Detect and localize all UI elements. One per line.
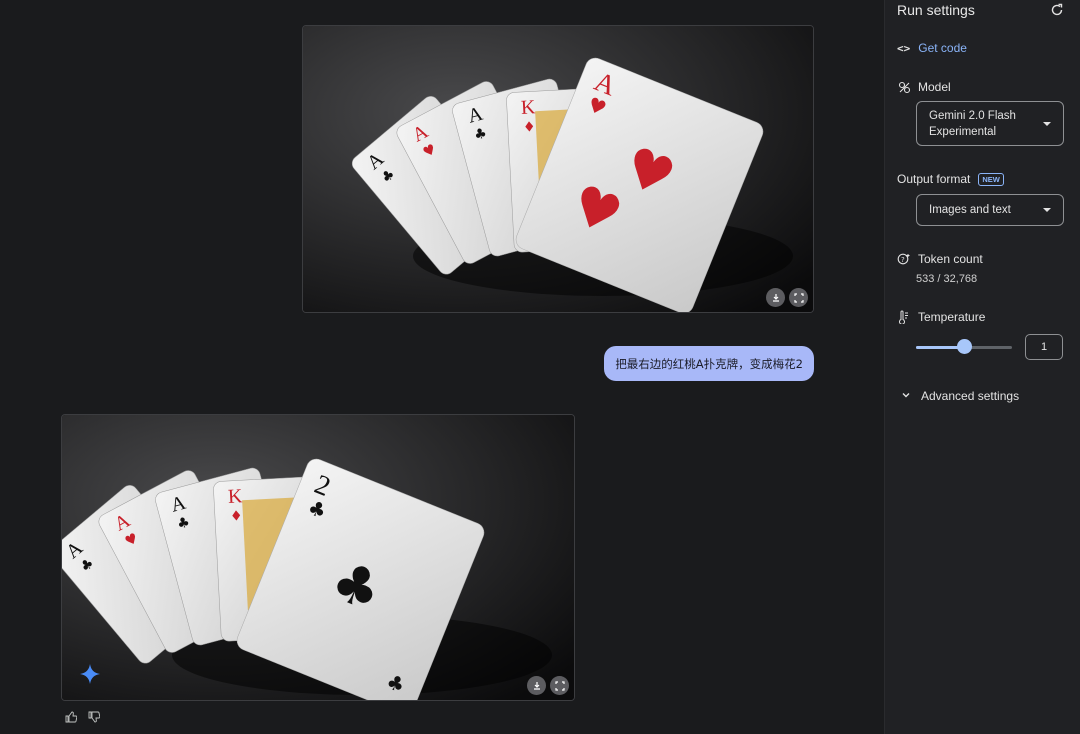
get-code-link[interactable]: <> Get code — [897, 41, 967, 55]
gemini-sparkle-icon — [80, 664, 100, 684]
generated-image-original[interactable]: A ♣ A ♥ A ♣ K ♦ A ♥ ♥ ♥ — [302, 25, 814, 313]
token-count-value: 533 / 32,768 — [916, 273, 978, 285]
token-count-section-label: ? Token count — [897, 252, 983, 266]
thumbs-down-icon[interactable] — [87, 710, 100, 723]
temperature-section-label: Temperature — [897, 310, 985, 324]
new-badge: NEW — [978, 172, 1004, 186]
chevron-down-icon — [1043, 121, 1051, 126]
output-format-value: Images and text — [929, 204, 1011, 216]
svg-text:K: K — [520, 96, 536, 119]
advanced-settings-label: Advanced settings — [921, 389, 1020, 403]
token-count-label: Token count — [918, 252, 983, 266]
fullscreen-icon[interactable] — [550, 676, 569, 695]
model-value-line2: Experimental — [929, 125, 997, 138]
generated-image-edited[interactable]: A ♣ A ♥ A ♣ K ♦ 2 ♣ ♣ ♣ — [61, 414, 575, 701]
output-format-select[interactable]: Images and text — [916, 194, 1064, 226]
get-code-label: Get code — [918, 41, 967, 55]
panel-title: Run settings — [897, 2, 975, 18]
chevron-down-icon — [1043, 208, 1051, 212]
refresh-icon[interactable] — [1050, 3, 1064, 17]
svg-text:♦: ♦ — [230, 508, 243, 525]
cards-illustration-edited: A ♣ A ♥ A ♣ K ♦ 2 ♣ ♣ ♣ — [62, 415, 574, 700]
output-format-section-label: Output format NEW — [897, 172, 1004, 186]
user-message-bubble: 把最右边的红桃A扑克牌，变成梅花2 — [604, 346, 814, 381]
token-icon: ? — [897, 252, 911, 266]
chat-area: A ♣ A ♥ A ♣ K ♦ A ♥ ♥ ♥ 把最右边的红桃A扑克牌，变成梅花… — [0, 0, 884, 734]
feedback-bar — [64, 710, 100, 723]
download-icon[interactable] — [766, 288, 785, 307]
fullscreen-icon[interactable] — [789, 288, 808, 307]
model-value-line1: Gemini 2.0 Flash — [929, 109, 1016, 122]
model-select[interactable]: Gemini 2.0 Flash Experimental — [916, 101, 1064, 146]
model-icon — [897, 80, 911, 94]
thumbs-up-icon[interactable] — [64, 710, 77, 723]
svg-text:♦: ♦ — [523, 119, 536, 136]
model-label: Model — [918, 80, 951, 94]
temperature-input[interactable]: 1 — [1025, 334, 1063, 360]
svg-text:?: ? — [901, 256, 905, 264]
code-icon: <> — [897, 41, 911, 55]
thermometer-icon — [897, 310, 911, 324]
svg-text:K: K — [227, 485, 243, 508]
model-section-label: Model — [897, 80, 951, 94]
download-icon[interactable] — [527, 676, 546, 695]
output-format-label: Output format — [897, 172, 971, 186]
cards-illustration-original: A ♣ A ♥ A ♣ K ♦ A ♥ ♥ ♥ — [303, 26, 813, 312]
advanced-settings-toggle[interactable]: Advanced settings — [901, 389, 1019, 403]
temperature-label: Temperature — [918, 310, 986, 324]
chevron-down-icon — [901, 389, 911, 403]
run-settings-panel: Run settings <> Get code Model Gemini 2.… — [884, 0, 1080, 734]
temperature-slider-thumb[interactable] — [957, 339, 972, 354]
